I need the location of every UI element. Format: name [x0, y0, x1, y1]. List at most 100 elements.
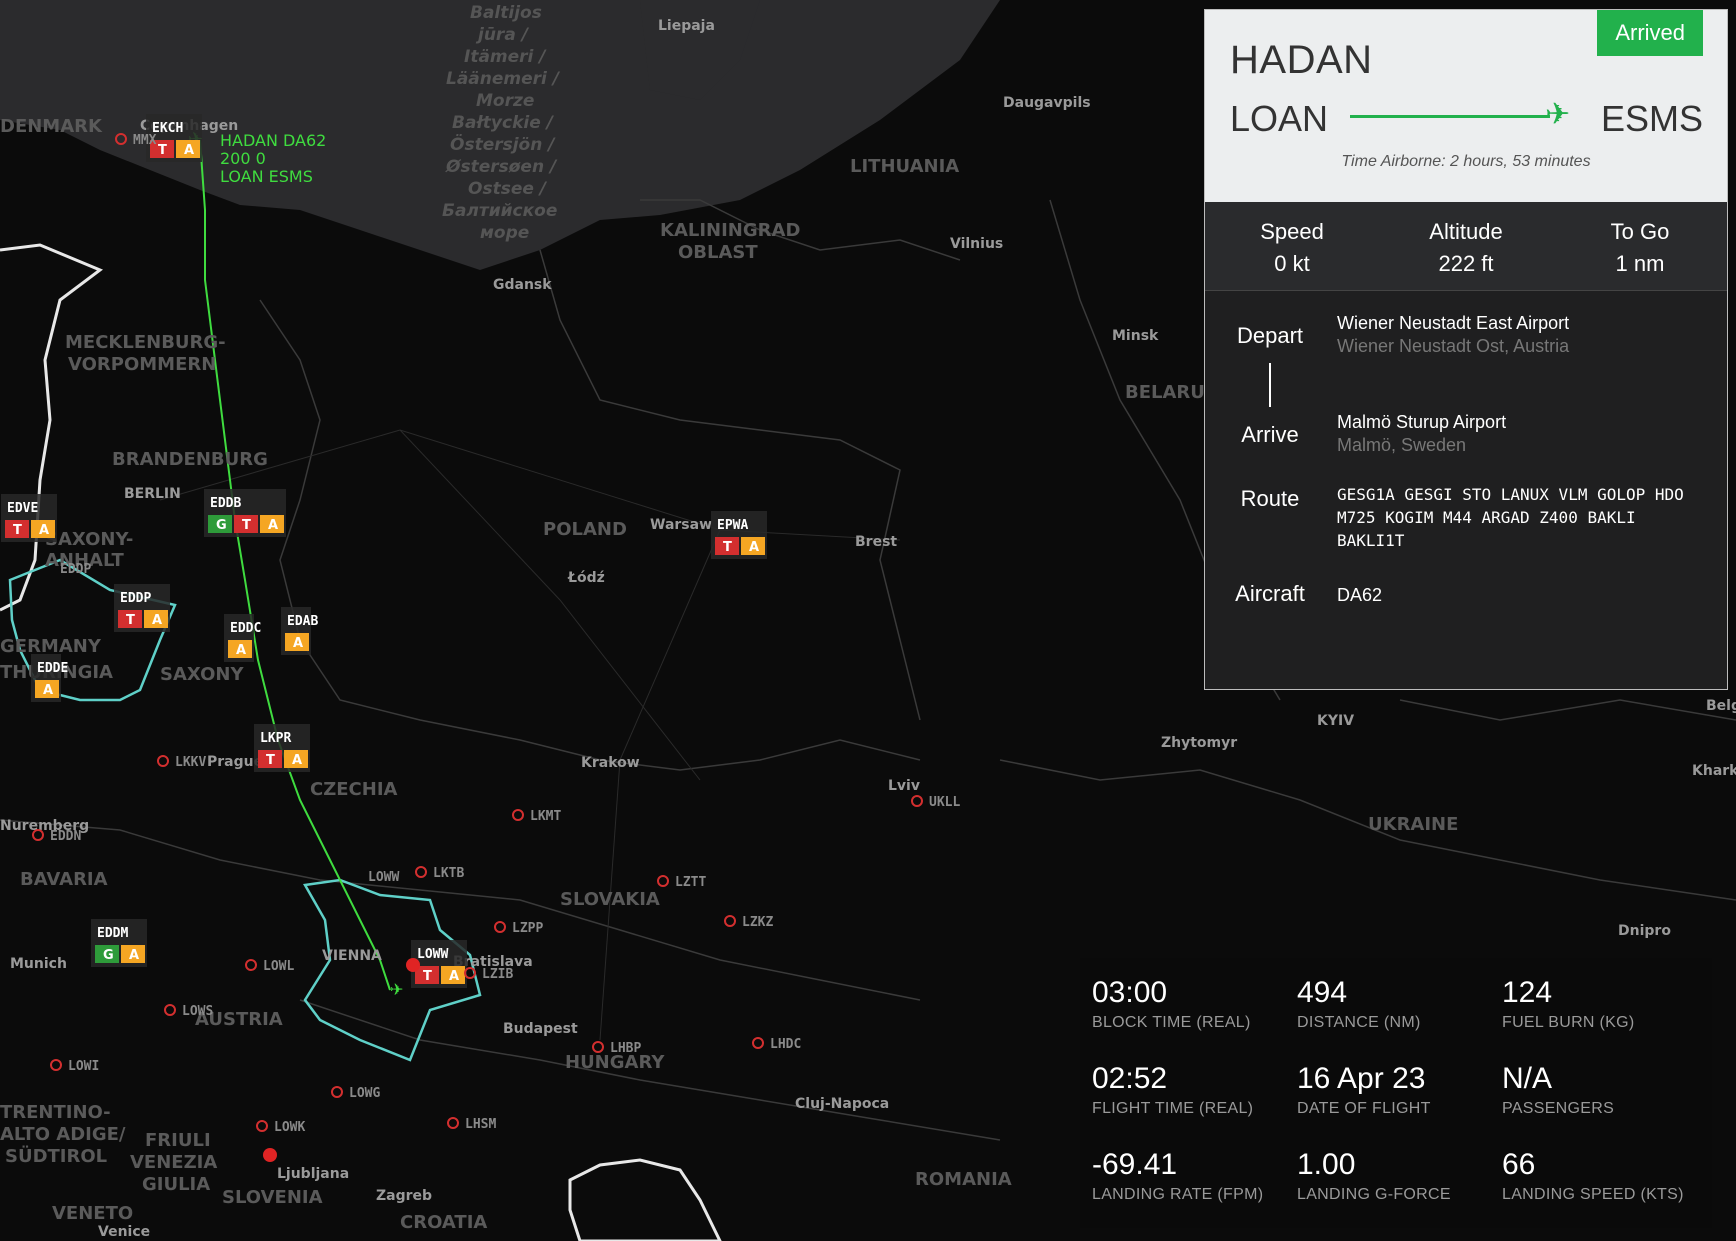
airport-station-lkpr[interactable]: LKPR T A — [254, 724, 310, 772]
airport-station-eddp[interactable]: EDDP T A — [114, 584, 170, 632]
airport-station-eddm[interactable]: EDDM G A — [91, 919, 147, 967]
event-marker[interactable] — [263, 1148, 277, 1162]
route-label: Route — [1240, 486, 1300, 511]
city-label: Munich — [10, 956, 67, 972]
metric-label: BLOCK TIME (REAL) — [1092, 1014, 1251, 1031]
flight-metrics: 03:00 BLOCK TIME (REAL) 494 DISTANCE (NM) 12… — [1080, 958, 1712, 1228]
airport-dot[interactable] — [256, 1120, 268, 1132]
flight-label-line: HADAN DA62 — [220, 131, 326, 150]
airport-station-epwa[interactable]: EPWA T A — [711, 511, 767, 559]
airport-dot[interactable] — [415, 866, 427, 878]
station-code: EDDP — [120, 591, 151, 606]
region-label: OBLAST — [678, 242, 758, 263]
airport-dot[interactable] — [752, 1037, 764, 1049]
flight-header: HADAN Arrived LOAN ✈ ESMS Time Airborne:… — [1205, 10, 1727, 202]
city-label: VIENNA — [322, 948, 382, 964]
station-badge-letter: T — [242, 518, 251, 533]
metric-fuel-burn-kg: 124 FUEL BURN (KG) — [1502, 976, 1702, 1032]
event-marker[interactable] — [406, 958, 420, 972]
flight-label-line: LOAN ESMS — [220, 167, 313, 186]
stat-label: To Go — [1610, 219, 1670, 244]
station-code: EKCH — [152, 121, 183, 136]
stat-value: 222 ft — [1438, 251, 1494, 276]
airport-code: LKKV — [175, 755, 206, 770]
station-code: EPWA — [717, 518, 748, 533]
metric-value: 02:52 — [1092, 1062, 1168, 1095]
metric-value: 66 — [1502, 1148, 1536, 1181]
station-badge-letter: T — [266, 753, 275, 768]
aircraft-type: DA62 — [1337, 585, 1383, 605]
region-label: BAVARIA — [20, 869, 108, 890]
stat-value: 0 kt — [1274, 251, 1310, 276]
airport-code: LOWI — [68, 1059, 99, 1074]
city-label: Dnipro — [1618, 923, 1671, 939]
flight-info-panel: HADAN Arrived LOAN ✈ ESMS Time Airborne:… — [1204, 9, 1728, 690]
station-badge-letter: A — [449, 969, 459, 984]
airport-code: MMX — [133, 133, 157, 148]
region-label: FRIULI — [145, 1130, 211, 1151]
city-label: Budapest — [503, 1021, 578, 1037]
region-label: VORPOMMERN — [68, 354, 216, 375]
airport-code: LHSM — [465, 1117, 496, 1132]
airport-code: EDDN — [50, 829, 81, 844]
route-progress-line — [1350, 115, 1550, 118]
airport-station-eddb[interactable]: EDDB G T A — [204, 489, 286, 537]
metric-label: FLIGHT TIME (REAL) — [1092, 1100, 1254, 1117]
region-label: MECKLENBURG- — [65, 332, 226, 353]
airport-dot[interactable] — [245, 959, 257, 971]
airport-dot[interactable] — [724, 915, 736, 927]
station-code: EDDE — [37, 661, 68, 676]
station-badge-letter: G — [103, 948, 114, 963]
city-label: Minsk — [1112, 328, 1159, 344]
region-label: CROATIA — [400, 1212, 487, 1233]
airport-dot[interactable] — [447, 1117, 459, 1129]
aircraft-marker-icon[interactable]: ✈ — [390, 980, 403, 999]
airport-station-edab[interactable]: EDAB A — [281, 607, 318, 655]
metric-label: FUEL BURN (KG) — [1502, 1014, 1635, 1031]
metric-value: 03:00 — [1092, 976, 1168, 1009]
airport-dot[interactable] — [164, 1004, 176, 1016]
region-label: SAXONY — [160, 664, 244, 685]
metric-value: N/A — [1502, 1062, 1553, 1095]
city-label: Warsaw — [650, 517, 712, 533]
sea-label: Morze — [476, 91, 534, 111]
stat-value: 1 nm — [1615, 251, 1665, 276]
sea-label: Østersøen / — [445, 157, 558, 177]
depart-airport-name: Wiener Neustadt East Airport — [1337, 313, 1570, 333]
callsign: HADAN — [1230, 38, 1373, 82]
station-code: LKPR — [260, 731, 291, 746]
flight-details: Depart Wiener Neustadt East Airport Wien… — [1205, 291, 1727, 689]
sea-label: море — [480, 223, 529, 243]
airport-station-eddc[interactable]: EDDC A — [224, 614, 261, 662]
airport-dot[interactable] — [157, 755, 169, 767]
flight-track — [199, 139, 391, 991]
metric-passengers: N/A PASSENGERS — [1502, 1062, 1702, 1118]
airport-dot[interactable] — [494, 921, 506, 933]
airport-code: LZTT — [675, 875, 706, 890]
stat-altitude: Altitude 222 ft — [1379, 202, 1553, 290]
region-label: GERMANY — [0, 636, 102, 657]
origin-code: LOAN — [1230, 98, 1329, 139]
airport-dot[interactable] — [657, 875, 669, 887]
region-label: CZECHIA — [310, 779, 398, 800]
metric-value: 16 Apr 23 — [1297, 1062, 1426, 1095]
airport-dot[interactable] — [50, 1059, 62, 1071]
airport-station-edve[interactable]: EDVE T A — [1, 494, 57, 542]
airport-dot[interactable] — [331, 1086, 343, 1098]
region-label: KALININGRAD — [660, 220, 800, 241]
metric-label: PASSENGERS — [1502, 1100, 1615, 1117]
station-code: LOWW — [417, 947, 448, 962]
station-badge-letter: A — [129, 948, 139, 963]
airport-dot[interactable] — [512, 809, 524, 821]
flight-stats: Speed 0 kt Altitude 222 ft To Go 1 nm — [1205, 202, 1727, 291]
city-label: Krakow — [581, 755, 640, 771]
arrive-airport-name: Malmö Sturup Airport — [1337, 412, 1507, 432]
city-label: Ljubljana — [277, 1166, 349, 1182]
station-badge-letter: T — [423, 969, 432, 984]
fir-tag-eddp: EDDP — [60, 562, 91, 577]
airport-dot[interactable] — [911, 795, 923, 807]
airport-dot[interactable] — [592, 1041, 604, 1053]
metric-date-of-flight: 16 Apr 23 DATE OF FLIGHT — [1297, 1062, 1497, 1118]
city-label: KYIV — [1317, 713, 1354, 729]
station-code: EDDM — [97, 926, 128, 941]
